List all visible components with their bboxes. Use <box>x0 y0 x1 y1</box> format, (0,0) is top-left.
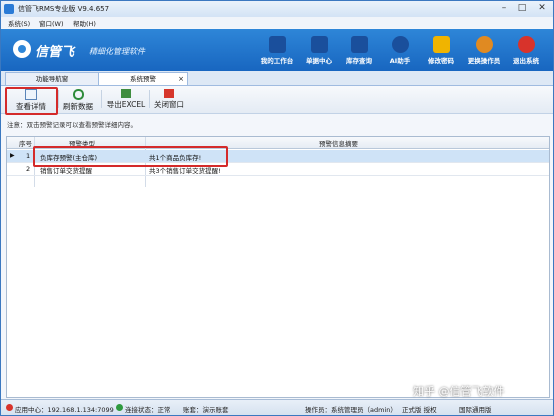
close-icon[interactable]: ✕ <box>535 2 549 14</box>
lock-icon <box>432 36 450 53</box>
warehouse-icon <box>350 36 368 53</box>
alert-table: 序号 预警类型 预警信息摘要 ▶ 1 负库存预警(主仓库) 共1个商品负库存! … <box>6 136 550 398</box>
info-bubble-icon <box>391 36 409 53</box>
document-center-button[interactable]: 单据中心 <box>299 33 339 67</box>
maximize-icon[interactable]: □ <box>515 2 529 14</box>
tab-system-alert[interactable]: 系统预警 × <box>98 72 188 85</box>
document-list-icon <box>310 36 328 53</box>
account-set: 账套：演示账套 <box>183 406 229 414</box>
tool-label: AI助手 <box>389 57 411 65</box>
tab-bar: 功能导航窗 系统预警 × <box>1 71 553 86</box>
server-address: 应用中心：192.168.1.134:7099 <box>15 406 114 414</box>
exit-system-button[interactable]: 退出系统 <box>506 33 546 67</box>
toolbar-divider <box>58 90 59 108</box>
row-number: 2 <box>26 165 31 173</box>
title-bar: 信管飞RMS专业版 V9.4.657 – □ ✕ <box>1 1 553 18</box>
switch-operator-button[interactable]: 更换操作员 <box>464 33 504 67</box>
tool-label: 库存查询 <box>346 57 372 65</box>
menu-window[interactable]: 窗口(W) <box>39 18 64 28</box>
menu-system[interactable]: 系统(S) <box>8 18 30 28</box>
tool-label: 我的工作台 <box>260 57 294 65</box>
status-bar: 应用中心：192.168.1.134:7099 连接状态：正常 账套：演示账套 … <box>1 399 553 415</box>
my-workbench-button[interactable]: 我的工作台 <box>257 33 297 67</box>
edition-tip: 国际通用版 <box>459 406 492 414</box>
inventory-query-button[interactable]: 库存查询 <box>339 33 379 67</box>
banner: 信管飞 精细化管理软件 我的工作台 单据中心 库存查询 AI助手 修改密码 更换… <box>1 29 553 71</box>
close-window-icon <box>164 89 174 98</box>
export-excel-button[interactable]: 导出EXCEL <box>104 87 148 111</box>
tab-close-icon[interactable]: × <box>178 73 184 85</box>
refresh-icon <box>72 89 84 100</box>
export-excel-icon <box>121 89 131 98</box>
tab-function-navigation[interactable]: 功能导航窗 <box>5 72 99 85</box>
toolbar-divider <box>149 90 150 108</box>
change-password-button[interactable]: 修改密码 <box>421 33 461 67</box>
refresh-data-button[interactable]: 刷新数据 <box>60 87 96 111</box>
tool-label: 修改密码 <box>428 57 454 65</box>
tool-label: 单据中心 <box>306 57 332 65</box>
toolbar-label: 导出EXCEL <box>106 100 146 109</box>
highlight-frame-toolbar <box>5 87 58 115</box>
user-icon <box>475 36 493 53</box>
tool-label: 退出系统 <box>513 57 539 65</box>
notice-text: 注意：双击预警记录可以查看预警详细内容。 <box>7 121 137 129</box>
toolbar-label: 关闭窗口 <box>154 100 184 109</box>
tab-label: 功能导航窗 <box>35 75 69 83</box>
toolbar-label: 刷新数据 <box>63 102 93 111</box>
menu-bar: 系统(S) 窗口(W) 帮助(H) <box>1 17 553 28</box>
column-header[interactable]: 预警信息摘要 <box>319 138 358 148</box>
toolbar: 查看详情 刷新数据 导出EXCEL 关闭窗口 <box>1 86 553 114</box>
row-number: 1 <box>26 152 31 160</box>
application-window: 信管飞RMS专业版 V9.4.657 – □ ✕ 系统(S) 窗口(W) 帮助(… <box>0 0 554 416</box>
minimize-icon[interactable]: – <box>497 2 511 14</box>
connection-status-icon <box>116 404 123 411</box>
close-window-button[interactable]: 关闭窗口 <box>151 87 187 111</box>
app-logo-icon <box>4 4 14 14</box>
window-title: 信管飞RMS专业版 V9.4.657 <box>18 5 110 13</box>
close-circle-icon <box>517 36 535 53</box>
server-status-icon <box>6 404 13 411</box>
row-indicator-icon: ▶ <box>10 152 15 159</box>
brand-name: 信管飞 <box>35 45 75 60</box>
column-header[interactable]: 序号 <box>19 138 32 148</box>
menu-help[interactable]: 帮助(H) <box>73 18 96 28</box>
tab-label: 系统预警 <box>130 75 156 83</box>
highlight-frame-row <box>33 146 228 167</box>
ai-assistant-button[interactable]: AI助手 <box>380 33 420 67</box>
license-version: 正式版 授权 <box>402 406 437 414</box>
tool-label: 更换操作员 <box>467 57 501 65</box>
monitor-icon <box>268 36 286 53</box>
brand-slogan: 精细化管理软件 <box>89 47 145 56</box>
toolbar-divider <box>101 90 102 108</box>
brand-logo-icon <box>13 40 31 58</box>
connection-status: 连接状态：正常 <box>125 406 171 414</box>
operator-info: 操作员：系统管理员（admin） <box>305 406 397 414</box>
watermark-text: 知乎 @信管飞软件 <box>413 385 505 398</box>
